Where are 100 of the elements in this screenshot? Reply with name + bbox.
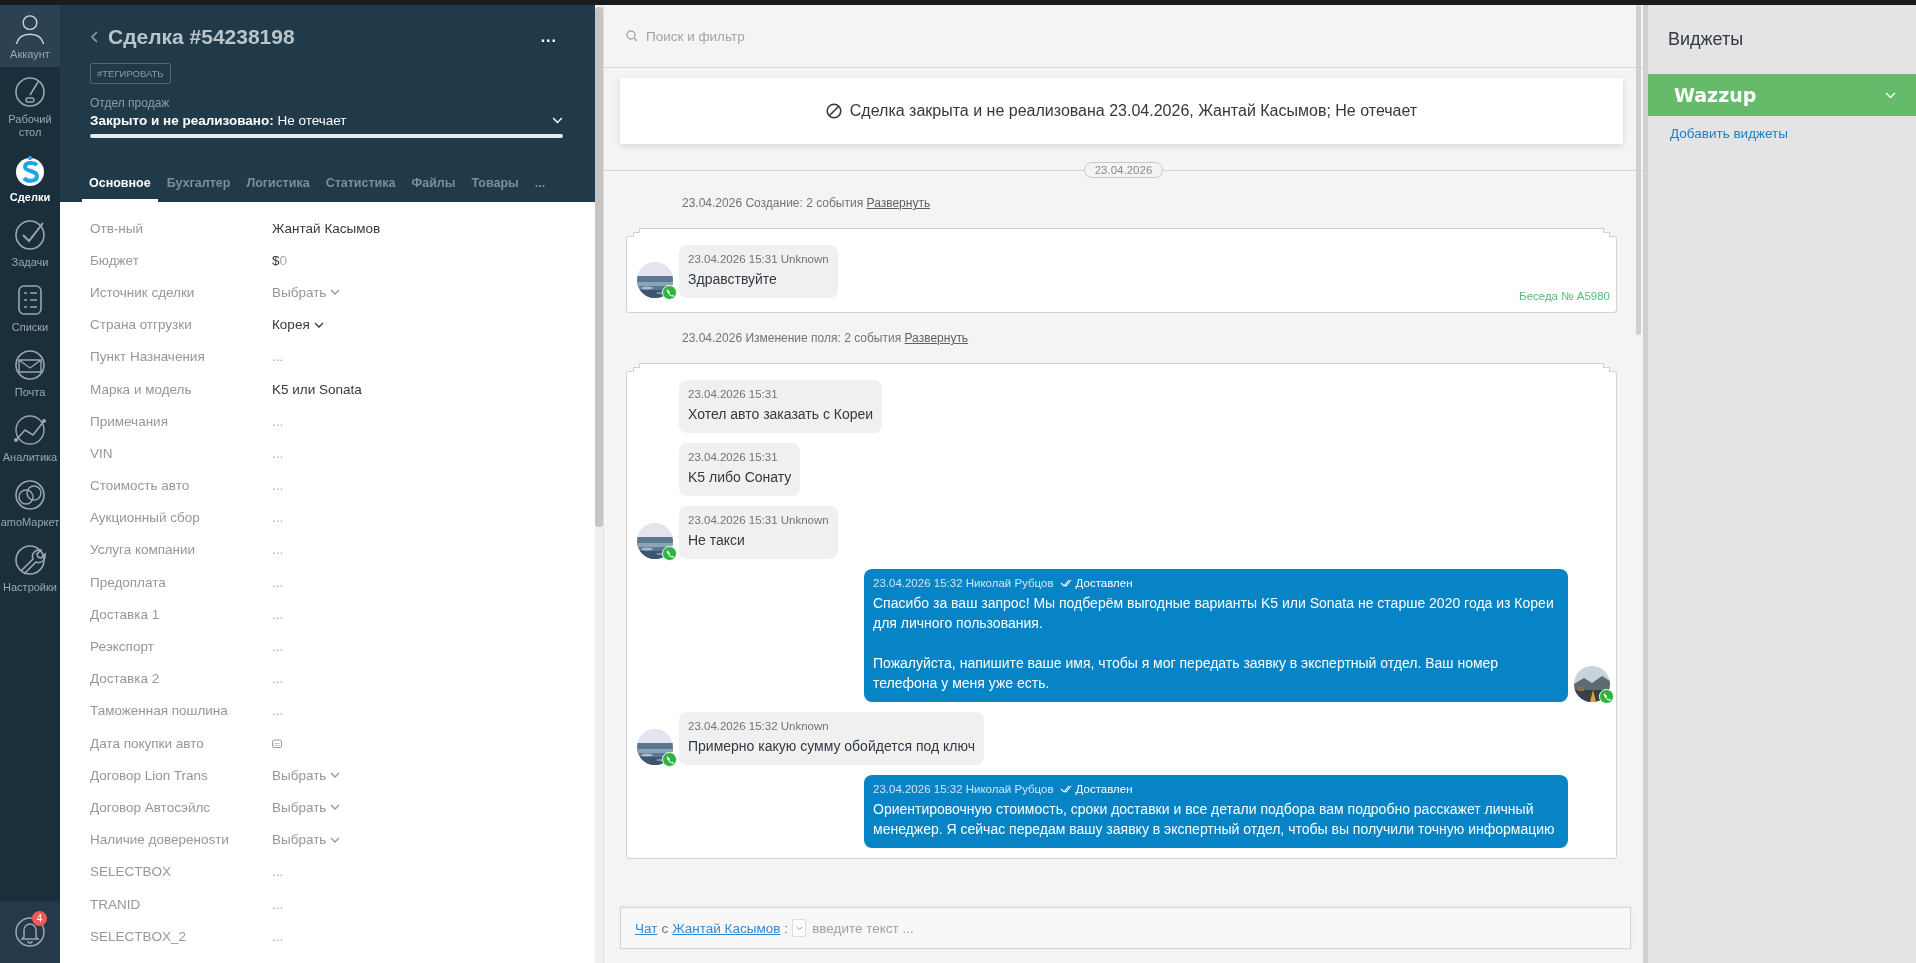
field-value[interactable]: ...: [272, 703, 284, 719]
field-label: Бюджет: [90, 252, 140, 268]
tab[interactable]: Статистика: [318, 166, 403, 202]
circles-icon: [13, 478, 47, 512]
field-value[interactable]: ...: [272, 864, 284, 880]
chevron-down-icon: [330, 804, 341, 811]
field-value[interactable]: ...: [272, 510, 284, 526]
nav-item[interactable]: Настройки: [0, 535, 60, 600]
message-meta: 23.04.2026 15:31 Unknown: [688, 514, 829, 526]
field-label: Договор Lion Trans: [90, 767, 209, 783]
field-value[interactable]: ...: [272, 349, 284, 365]
nav-item[interactable]: Сделки: [0, 145, 60, 210]
widget-bar[interactable]: Wazzup: [1648, 74, 1916, 116]
nav-item[interactable]: Почта: [0, 340, 60, 405]
nav-item[interactable]: Аналитика: [0, 405, 60, 470]
field-label: Таможенная пошлина: [90, 703, 229, 719]
more-tabs-button[interactable]: ...: [527, 166, 553, 202]
date-chip: 23.04.2026: [1083, 162, 1164, 178]
nav-item[interactable]: Задачи: [0, 210, 60, 275]
contact-link[interactable]: Жантай Касымов: [672, 920, 781, 936]
field-value[interactable]: ...: [272, 478, 284, 494]
phone-icon: [662, 285, 677, 300]
chat-composer[interactable]: Чат с Жантай Касымов : введите текст ...: [620, 907, 1631, 949]
back-icon[interactable]: [90, 31, 98, 43]
field-value[interactable]: ...: [272, 606, 284, 622]
nav-item[interactable]: Рабочий стол: [0, 67, 60, 145]
event-summary: 23.04.2026 Создание: 2 события: [682, 196, 864, 210]
nav-item[interactable]: amoМаркет: [0, 470, 60, 535]
more-button[interactable]: ...: [534, 27, 563, 47]
widgets-title: Виджеты: [1667, 28, 1745, 51]
field-label: Марка и модель: [90, 381, 193, 397]
scrollbar[interactable]: [595, 5, 603, 963]
tag-button[interactable]: #ТЕГИРОВАТЬ: [90, 63, 171, 84]
field-value[interactable]: ...: [272, 542, 284, 558]
nav-item[interactable]: Списки: [0, 275, 60, 340]
field-label: Стоимость авто: [90, 478, 191, 494]
search-icon: [626, 30, 638, 42]
delivery-status: Доставлен: [1075, 577, 1133, 589]
field-value[interactable]: $0: [272, 252, 288, 268]
bell-icon[interactable]: [15, 916, 45, 948]
field-value[interactable]: ...: [272, 445, 284, 461]
mail-icon: [13, 348, 47, 382]
expand-link[interactable]: Развернуть: [866, 196, 931, 210]
field-label: Договор Автосэйлс: [90, 799, 212, 815]
field-value[interactable]: K5 или Sonata: [272, 381, 362, 397]
field-value[interactable]: ...: [272, 928, 284, 944]
tab[interactable]: Бухгалтер: [159, 166, 238, 202]
deal-status[interactable]: Закрыто и не реализовано: Не отечает: [90, 113, 347, 128]
chevron-down-icon: [330, 836, 341, 843]
message-meta: 23.04.2026 15:31: [688, 388, 778, 400]
chat-link[interactable]: Чат: [635, 920, 658, 936]
field-dropdown[interactable]: Корея: [272, 317, 324, 333]
field-dropdown[interactable]: Выбрать: [272, 832, 341, 848]
field-label: Доставка 2: [90, 671, 161, 687]
field-value[interactable]: ...: [272, 896, 284, 912]
search-field[interactable]: Поиск и фильтр: [644, 27, 948, 45]
chart-icon: [13, 413, 47, 447]
field-label: VIN: [90, 445, 114, 461]
tab[interactable]: Основное: [82, 166, 158, 202]
field-label: Реэкспорт: [90, 639, 155, 655]
field-value[interactable]: ...: [272, 574, 284, 590]
field-dropdown[interactable]: Выбрать: [272, 284, 341, 300]
ban-icon: [825, 103, 842, 119]
event-summary: 23.04.2026 Изменение поля: 2 события: [682, 331, 902, 345]
expand-link[interactable]: Развернуть: [904, 331, 969, 345]
field-value[interactable]: ...: [272, 671, 284, 687]
composer-text: с: [661, 920, 669, 936]
chevron-down-icon: [552, 117, 563, 124]
chevron-down-icon: [313, 321, 324, 328]
field-dropdown[interactable]: Выбрать: [272, 799, 341, 815]
tab[interactable]: Товары: [464, 166, 526, 202]
field-value[interactable]: ...: [272, 639, 284, 655]
message-meta: 23.04.2026 15:31: [688, 451, 778, 463]
field-value[interactable]: Жантай Касымов: [272, 220, 381, 236]
scrollbar[interactable]: [1636, 5, 1641, 335]
conversation-number[interactable]: Беседа № A5980: [1519, 290, 1610, 302]
phone-icon: [1599, 689, 1614, 704]
field-dropdown[interactable]: Выбрать: [272, 767, 341, 783]
message-meta: 23.04.2026 15:31 Unknown: [688, 253, 829, 265]
deal-title: Сделка #54238198: [108, 25, 296, 49]
tab[interactable]: Логистика: [239, 166, 317, 202]
field-label: Услуга компании: [90, 542, 197, 558]
field-label: TRANID: [90, 896, 142, 912]
message-text: Не такси: [688, 531, 746, 550]
nav-item[interactable]: Аккаунт: [0, 5, 60, 67]
chevron-down-icon: [330, 772, 341, 779]
field-label: Страна отгрузки: [90, 317, 193, 333]
dollar-icon: [13, 153, 47, 187]
add-widgets-link[interactable]: Добавить виджеты: [1648, 116, 1916, 141]
field-label: Примечания: [90, 413, 169, 429]
message-text: Примерно какую сумму обойдется под ключ: [688, 737, 975, 756]
field-label: Пункт Назначения: [90, 349, 206, 365]
calendar-icon[interactable]: [272, 738, 282, 748]
message-text: Ориентировочную стоимость, сроки доставки и все детали подбора вам подробно расскажет личный менеджер. Я сейчас передам вашу заявку в экспертный отдел, чтобы вы получили точную информацию: [873, 800, 1556, 839]
field-value[interactable]: ...: [272, 413, 284, 429]
message-meta: 23.04.2026 15:32 Unknown: [688, 720, 829, 732]
tab[interactable]: Файлы: [404, 166, 463, 202]
message-text: K5 либо Сонату: [688, 468, 792, 487]
double-check-icon: [1059, 785, 1073, 793]
delivery-status: Доставлен: [1075, 783, 1133, 795]
